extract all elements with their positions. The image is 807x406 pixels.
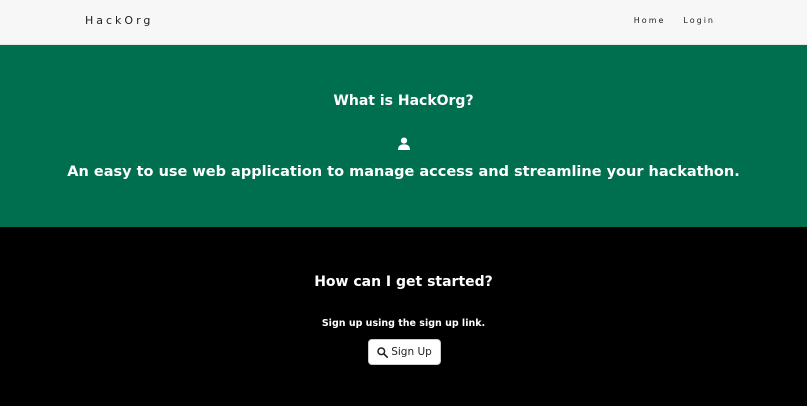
brand-logo[interactable]: HackOrg <box>85 14 153 27</box>
hero-tagline: An easy to use web application to manage… <box>67 164 740 180</box>
nav-link-login[interactable]: Login <box>683 16 715 25</box>
get-started-title: How can I get started? <box>314 274 493 290</box>
get-started-section: How can I get started? Sign up using the… <box>0 227 807 406</box>
navbar: HackOrg Home Login <box>0 0 807 45</box>
get-started-text: Sign up using the sign up link. <box>321 318 486 329</box>
sign-up-button[interactable]: Sign Up <box>368 339 441 365</box>
sign-up-label: Sign Up <box>391 346 432 358</box>
hero-section: What is HackOrg? An easy to use web appl… <box>0 45 807 227</box>
nav-link-home[interactable]: Home <box>634 16 666 25</box>
user-icon <box>398 137 410 150</box>
search-icon <box>377 346 389 358</box>
nav-links: Home Login <box>634 16 715 25</box>
hero-title: What is HackOrg? <box>333 93 474 109</box>
